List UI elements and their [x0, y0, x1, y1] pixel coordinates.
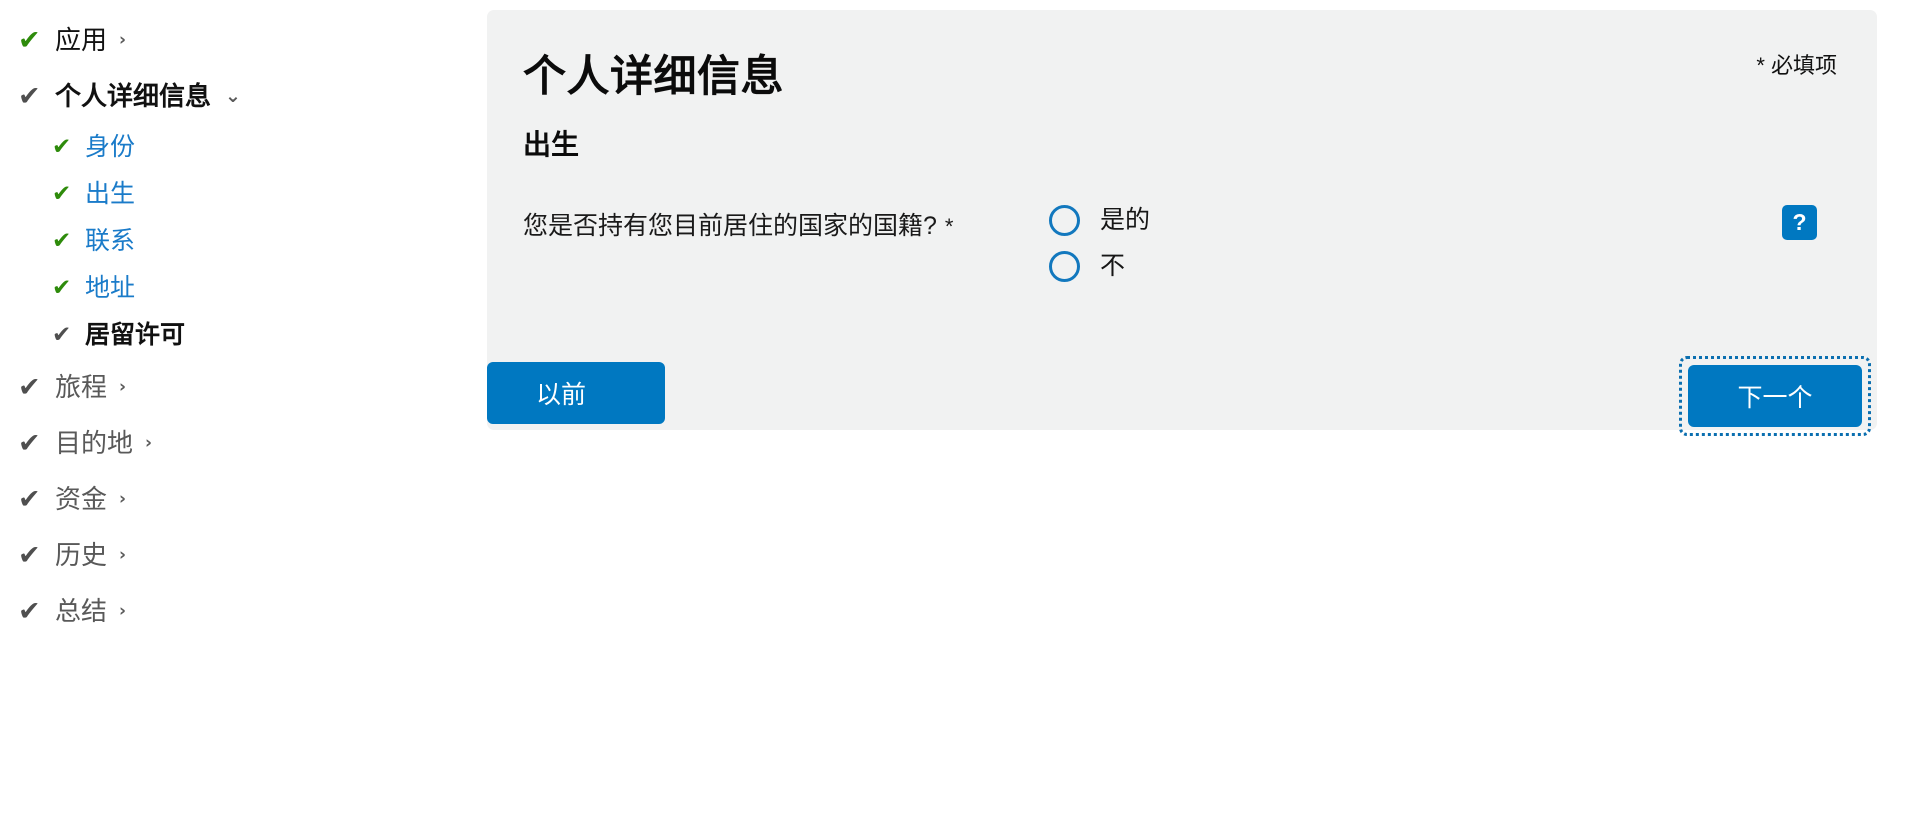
sidebar-item-3[interactable]: ✔ 出生: [0, 171, 400, 218]
sidebar-item-label: 历史: [55, 540, 108, 570]
chevron-right-icon: ›: [119, 376, 127, 397]
sidebar-item-6[interactable]: ✔ 居留许可: [0, 312, 400, 359]
radio-option-1[interactable]: 不: [1049, 251, 1150, 283]
sidebar-item-10[interactable]: ✔ 历史 ›: [0, 527, 400, 583]
checkmark-icon: ✔: [52, 228, 72, 254]
sidebar-item-label: 个人详细信息: [55, 81, 212, 111]
sidebar-item-4[interactable]: ✔ 联系: [0, 218, 400, 265]
checkmark-icon: ✔: [52, 322, 72, 348]
previous-button[interactable]: 以前: [487, 362, 665, 424]
chevron-right-icon: ›: [119, 488, 127, 509]
page-title: 个人详细信息: [523, 53, 784, 101]
chevron-right-icon: ›: [145, 432, 153, 453]
next-button-focus-ring: 下一个: [1679, 356, 1871, 436]
sidebar-item-label: 居留许可: [85, 321, 186, 349]
sidebar-item-label: 资金: [55, 484, 108, 514]
checkmark-icon: ✔: [18, 427, 41, 459]
sidebar-item-label: 总结: [55, 596, 108, 626]
form-footer: 以前 下一个: [487, 356, 1877, 436]
question-label: 您是否持有您目前居住的国家的国籍? *: [523, 205, 993, 241]
form-step-sidebar: ✔ 应用 › ✔ 个人详细信息 ⌄ ✔ 身份 ✔ 出生 ✔ 联系 ✔ 地址 ✔ 居留许可 ✔ 旅程 › ✔ 目的地 › ✔ 资…: [0, 0, 400, 815]
radio-option-label: 是的: [1100, 206, 1151, 235]
checkmark-icon: ✔: [18, 595, 41, 627]
checkmark-icon: ✔: [52, 134, 72, 160]
required-fields-note: * 必填项: [1756, 53, 1837, 78]
sidebar-item-label: 应用: [55, 25, 108, 55]
chevron-right-icon: ›: [119, 29, 127, 50]
sidebar-item-label: 联系: [85, 227, 136, 255]
chevron-down-icon: ⌄: [225, 84, 241, 107]
checkmark-icon: ✔: [52, 275, 72, 301]
checkmark-icon: ✔: [18, 24, 41, 56]
sidebar-item-9[interactable]: ✔ 资金 ›: [0, 471, 400, 527]
sidebar-item-0[interactable]: ✔ 应用 ›: [0, 12, 400, 68]
sidebar-item-label: 目的地: [55, 428, 134, 458]
sidebar-item-label: 出生: [85, 180, 136, 208]
required-asterisk: *: [944, 214, 954, 240]
checkmark-icon: ✔: [52, 181, 72, 207]
chevron-right-icon: ›: [119, 544, 127, 565]
chevron-right-icon: ›: [119, 600, 127, 621]
sidebar-item-1[interactable]: ✔ 个人详细信息 ⌄: [0, 68, 400, 124]
radio-option-0[interactable]: 是的: [1049, 205, 1151, 237]
checkmark-icon: ✔: [18, 539, 41, 571]
sidebar-item-label: 旅程: [55, 372, 108, 402]
sidebar-item-8[interactable]: ✔ 目的地 ›: [0, 415, 400, 471]
checkmark-icon: ✔: [18, 80, 41, 112]
radio-button-icon[interactable]: [1049, 251, 1080, 283]
checkmark-icon: ✔: [18, 371, 41, 403]
sidebar-item-7[interactable]: ✔ 旅程 ›: [0, 359, 400, 415]
question-row: 您是否持有您目前居住的国家的国籍? * 是的不 ?: [523, 205, 1841, 297]
page-subtitle: 出生: [523, 129, 580, 161]
checkmark-icon: ✔: [18, 483, 41, 515]
sidebar-item-2[interactable]: ✔ 身份: [0, 124, 400, 171]
nationality-radio-group[interactable]: 是的不: [1049, 205, 1150, 297]
help-icon[interactable]: ?: [1782, 205, 1817, 241]
sidebar-item-11[interactable]: ✔ 总结 ›: [0, 583, 400, 639]
question-text: 您是否持有您目前居住的国家的国籍?: [523, 212, 937, 241]
sidebar-item-5[interactable]: ✔ 地址: [0, 265, 400, 312]
radio-button-icon[interactable]: [1049, 205, 1080, 237]
sidebar-item-label: 地址: [85, 274, 136, 302]
radio-option-label: 不: [1100, 252, 1126, 281]
next-button[interactable]: 下一个: [1688, 365, 1862, 427]
application-form-page: ✔ 应用 › ✔ 个人详细信息 ⌄ ✔ 身份 ✔ 出生 ✔ 联系 ✔ 地址 ✔ 居留许可 ✔ 旅程 › ✔ 目的地 › ✔ 资…: [0, 0, 1911, 815]
sidebar-item-label: 身份: [85, 133, 136, 161]
